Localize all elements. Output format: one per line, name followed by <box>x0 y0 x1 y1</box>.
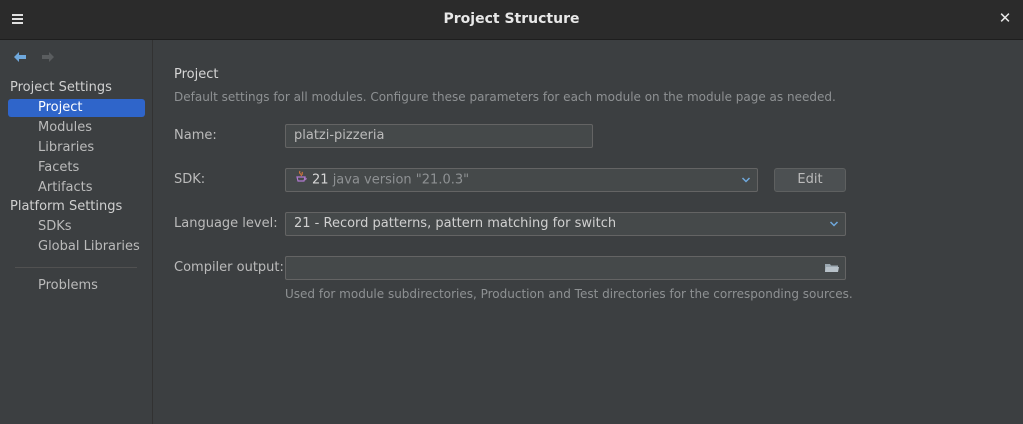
project-settings-header: Project Settings <box>10 80 112 95</box>
project-name-field[interactable]: platzi-pizzeria <box>285 124 593 148</box>
platform-settings-header: Platform Settings <box>10 199 123 214</box>
edit-button-label: Edit <box>797 172 823 187</box>
close-icon[interactable]: ✕ <box>997 10 1013 26</box>
sidebar-item-problems[interactable]: Problems <box>8 277 145 295</box>
edit-sdk-button[interactable]: Edit <box>774 168 846 192</box>
page-title: Project <box>174 67 219 82</box>
sdk-version-number: 21 <box>312 172 329 188</box>
chevron-down-icon <box>741 169 751 191</box>
sidebar-item-facets[interactable]: Facets <box>8 159 145 177</box>
folder-icon[interactable] <box>824 257 840 279</box>
forward-arrow-icon[interactable] <box>41 50 55 64</box>
language-level-dropdown[interactable]: 21 - Record patterns, pattern matching f… <box>285 212 846 236</box>
sdk-label: SDK: <box>174 172 206 187</box>
nav-arrows <box>13 50 65 65</box>
sidebar-item-artifacts[interactable]: Artifacts <box>8 179 145 197</box>
sidebar-item-project[interactable]: Project <box>8 99 145 117</box>
sdk-dropdown[interactable]: 21 java version "21.0.3" <box>285 168 758 192</box>
java-cup-icon <box>294 169 308 191</box>
language-level-label: Language level: <box>174 216 278 231</box>
sidebar-item-global-libraries[interactable]: Global Libraries <box>8 238 145 256</box>
main-panel: Project Default settings for all modules… <box>154 40 1023 424</box>
chevron-down-icon <box>829 213 839 235</box>
sidebar-item-modules[interactable]: Modules <box>8 119 145 137</box>
sidebar-item-sdks[interactable]: SDKs <box>8 218 145 236</box>
language-level-value: 21 - Record patterns, pattern matching f… <box>294 216 617 231</box>
sidebar-item-libraries[interactable]: Libraries <box>8 139 145 157</box>
compiler-output-field[interactable] <box>285 256 846 280</box>
title-bar: Project Structure ✕ <box>0 0 1023 40</box>
compiler-output-label: Compiler output: <box>174 260 284 275</box>
sidebar: Project Settings Project Modules Librari… <box>0 40 153 424</box>
compiler-output-hint: Used for module subdirectories, Producti… <box>285 287 853 301</box>
page-description: Default settings for all modules. Config… <box>174 90 836 104</box>
sidebar-divider <box>15 267 137 268</box>
sdk-version-text: java version "21.0.3" <box>332 172 470 188</box>
name-label: Name: <box>174 128 217 143</box>
window-title: Project Structure <box>443 11 580 27</box>
back-arrow-icon[interactable] <box>13 50 27 64</box>
project-name-value: platzi-pizzeria <box>294 128 385 143</box>
